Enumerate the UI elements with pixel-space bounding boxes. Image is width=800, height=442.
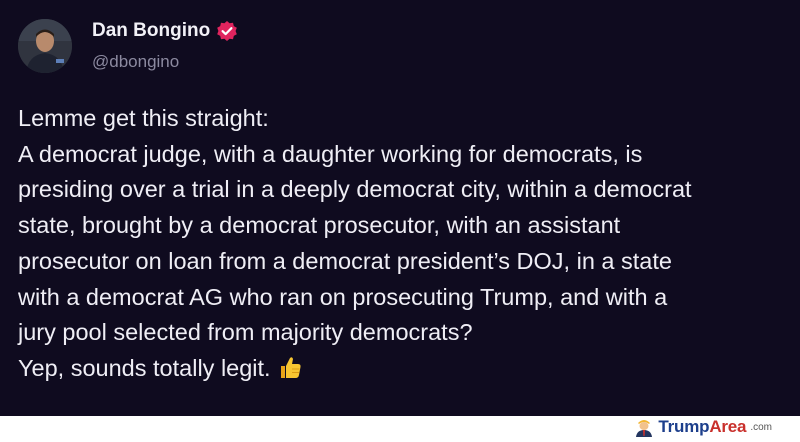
verified-badge-icon bbox=[216, 20, 238, 42]
avatar[interactable] bbox=[18, 19, 72, 73]
author-handle[interactable]: @dbongino bbox=[92, 52, 179, 72]
post-text-line: A democrat judge, with a daughter workin… bbox=[18, 140, 643, 167]
post-text-last-line: Yep, sounds totally legit. bbox=[18, 351, 788, 391]
site-watermark: TrumpArea .com bbox=[633, 417, 772, 437]
post-card: Dan Bongino @dbongino Lemme get this str… bbox=[0, 0, 800, 416]
post-text-line: with a democrat AG who ran on prosecutin… bbox=[18, 283, 668, 310]
post-text: Lemme get this straight: A democrat judg… bbox=[18, 101, 788, 391]
thumbs-up-icon bbox=[277, 354, 303, 391]
avatar-photo bbox=[18, 19, 72, 73]
watermark-brand-first: Trump bbox=[658, 417, 710, 436]
watermark-brand: TrumpArea bbox=[658, 417, 746, 437]
post-text-line: Yep, sounds totally legit. bbox=[18, 354, 271, 381]
trump-figure-logo-icon bbox=[633, 417, 655, 437]
post-text-line: jury pool selected from majority democra… bbox=[18, 319, 473, 346]
watermark-domain: .com bbox=[750, 421, 772, 433]
post-text-line: presiding over a trial in a deeply democ… bbox=[18, 176, 692, 203]
post-text-line: Lemme get this straight: bbox=[18, 105, 269, 131]
author-name[interactable]: Dan Bongino bbox=[92, 20, 210, 42]
author-name-row: Dan Bongino bbox=[92, 20, 238, 42]
post-text-line: state, brought by a democrat prosecutor,… bbox=[18, 212, 621, 239]
watermark-brand-second: Area bbox=[709, 417, 747, 436]
post-text-line: prosecutor on loan from a democrat presi… bbox=[18, 247, 672, 274]
